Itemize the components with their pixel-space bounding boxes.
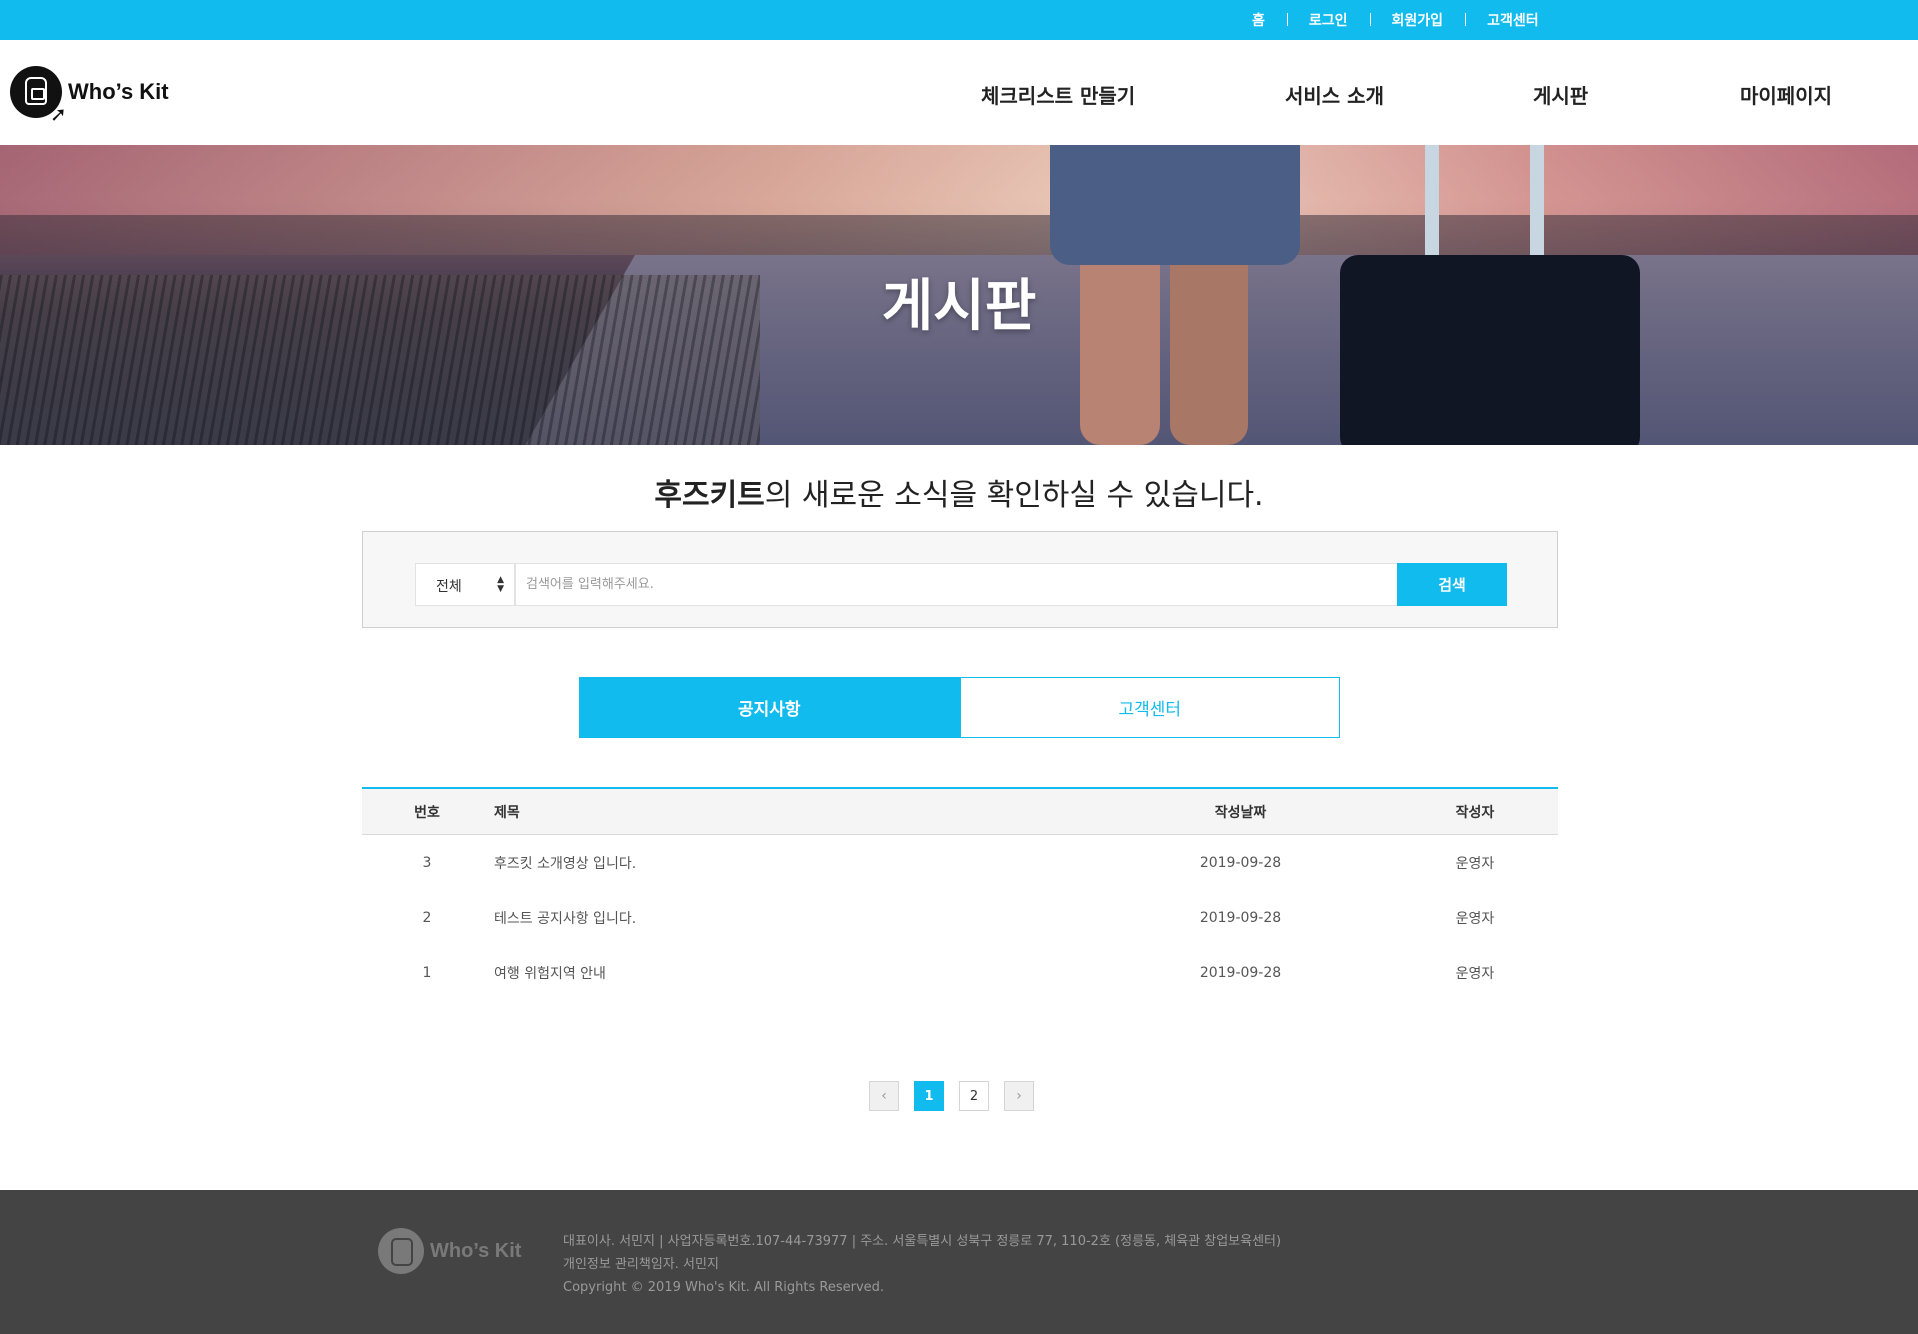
row-num: 1 — [422, 964, 432, 981]
search-category-value: 전체 — [436, 579, 462, 595]
tab-notice[interactable]: 공지사항 — [579, 677, 960, 738]
page-button-2[interactable]: 2 — [959, 1081, 989, 1111]
row-title-link[interactable]: 후즈킷 소개영상 입니다. — [494, 835, 1094, 890]
utility-links: 홈 로그인 회원가입 고객센터 — [1230, 0, 1561, 40]
logo-text: Who’s Kit — [68, 79, 169, 104]
header-author: 작성자 — [1455, 804, 1495, 821]
next-page-button[interactable]: › — [1004, 1081, 1034, 1111]
utility-link-home[interactable]: 홈 — [1230, 10, 1287, 30]
nav-item-mypage[interactable]: 마이페이지 — [1740, 80, 1832, 109]
nav-item-service[interactable]: 서비스 소개 — [1285, 80, 1384, 109]
board-tabs: 공지사항 고객센터 — [579, 677, 1340, 738]
lead-brand: 후즈키트 — [654, 478, 765, 513]
site-footer: Who’s Kit 대표이사. 서민지 | 사업자등록번호.107-44-739… — [0, 1190, 1918, 1334]
tab-support[interactable]: 고객센터 — [959, 677, 1340, 738]
footer-logo: Who’s Kit — [378, 1228, 521, 1274]
hero-banner: 게시판 — [0, 145, 1918, 445]
search-box: 전체 ▲ ▼ 검색 — [362, 531, 1558, 628]
site-header: ➚ Who’s Kit 체크리스트 만들기 서비스 소개 게시판 마이페이지 — [0, 40, 1918, 145]
table-row[interactable]: 2 테스트 공지사항 입니다. 2019-09-28 운영자 — [362, 890, 1558, 945]
table-row[interactable]: 3 후즈킷 소개영상 입니다. 2019-09-28 운영자 — [362, 835, 1558, 890]
row-num: 3 — [422, 854, 432, 871]
utility-link-support[interactable]: 고객센터 — [1465, 10, 1561, 30]
search-category-select[interactable]: 전체 ▲ ▼ — [415, 563, 515, 606]
row-title-link[interactable]: 여행 위험지역 안내 — [494, 945, 1094, 1000]
search-input[interactable] — [515, 563, 1399, 606]
utility-link-signup[interactable]: 회원가입 — [1369, 10, 1466, 30]
search-button[interactable]: 검색 — [1397, 563, 1507, 606]
top-utility-bar: 홈 로그인 회원가입 고객센터 — [0, 0, 1918, 40]
cursor-icon: ➚ — [50, 102, 67, 126]
header-num: 번호 — [414, 804, 440, 821]
site-logo[interactable]: ➚ Who’s Kit — [10, 66, 169, 126]
page-title: 게시판 — [881, 274, 1037, 339]
row-title-link[interactable]: 테스트 공지사항 입니다. — [494, 890, 1094, 945]
nav-item-checklist[interactable]: 체크리스트 만들기 — [981, 80, 1135, 109]
lead-text: 의 새로운 소식을 확인하실 수 있습니다. — [764, 478, 1264, 513]
footer-logo-text: Who’s Kit — [430, 1239, 522, 1262]
nav-item-board[interactable]: 게시판 — [1533, 80, 1588, 109]
backpack-icon — [378, 1228, 424, 1274]
footer-copyright: Copyright © 2019 Who's Kit. All Rights R… — [563, 1280, 885, 1295]
row-author: 운영자 — [1455, 910, 1495, 927]
header-title: 제목 — [494, 804, 520, 821]
select-arrows-icon: ▲ ▼ — [497, 575, 504, 594]
footer-info: 대표이사. 서민지 | 사업자등록번호.107-44-73977 | 주소. 서… — [563, 1230, 1281, 1299]
table-header: 번호 제목 작성날짜 작성자 — [362, 787, 1558, 835]
footer-company-info: 대표이사. 서민지 | 사업자등록번호.107-44-73977 | 주소. 서… — [563, 1234, 1282, 1249]
table-row[interactable]: 1 여행 위험지역 안내 2019-09-28 운영자 — [362, 945, 1558, 1000]
row-num: 2 — [422, 909, 432, 926]
utility-link-login[interactable]: 로그인 — [1286, 10, 1370, 30]
pagination: ‹ 1 2 › — [869, 1081, 1049, 1111]
prev-page-button[interactable]: ‹ — [869, 1081, 899, 1111]
footer-privacy-officer: 개인정보 관리책임자. 서민지 — [563, 1257, 719, 1272]
row-author: 운영자 — [1455, 965, 1495, 982]
row-author: 운영자 — [1455, 855, 1495, 872]
page-button-1[interactable]: 1 — [914, 1081, 944, 1111]
board-table: 번호 제목 작성날짜 작성자 3 후즈킷 소개영상 입니다. 2019-09-2… — [362, 787, 1558, 1000]
page-lead: 후즈키트의 새로운 소식을 확인하실 수 있습니다. — [0, 470, 1918, 514]
